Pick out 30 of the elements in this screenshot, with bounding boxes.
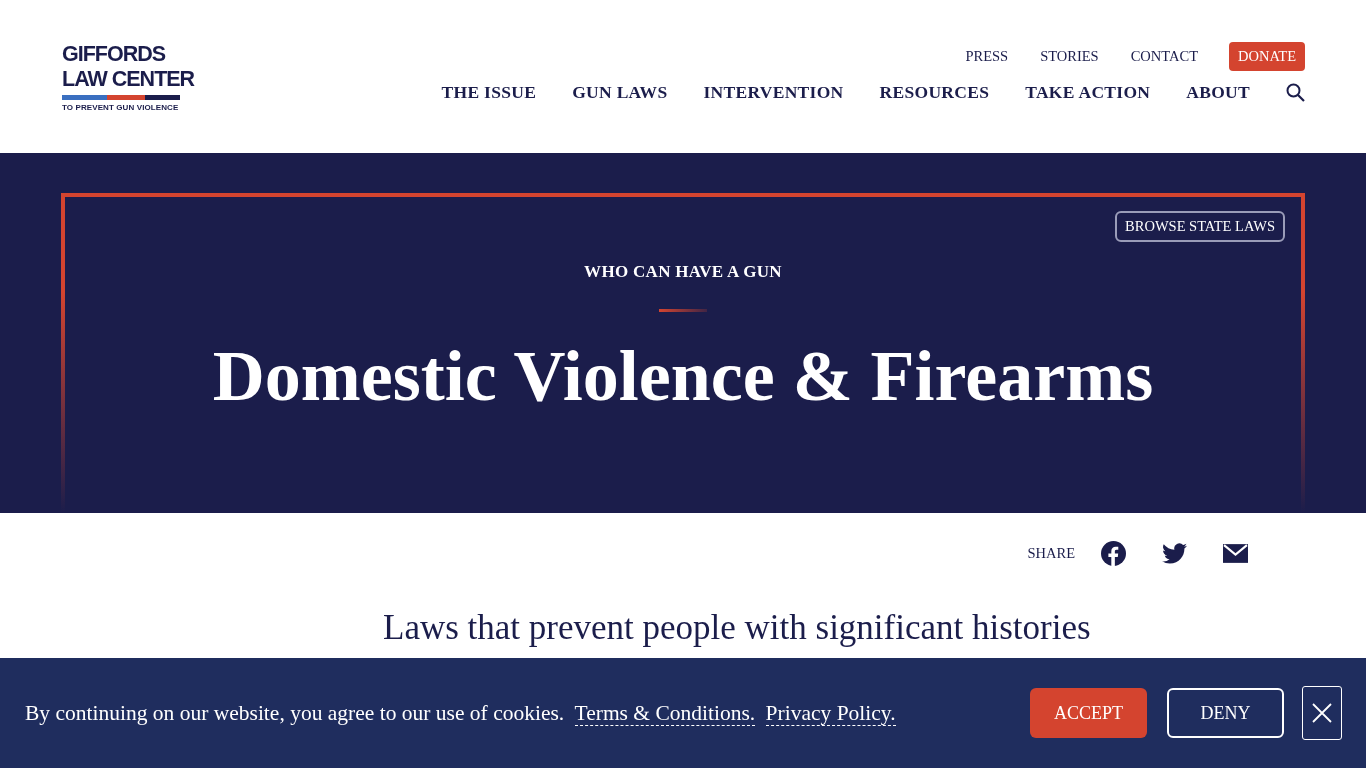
logo-wordmark[interactable]: LAW CENTER xyxy=(62,67,195,92)
facebook-share-link[interactable] xyxy=(1101,540,1126,566)
nav-link[interactable]: GUN LAWS xyxy=(572,82,668,103)
close-button[interactable] xyxy=(1302,686,1342,740)
utility-link[interactable]: CONTACT xyxy=(1130,48,1198,65)
policy-link[interactable]: Privacy Policy. xyxy=(765,700,896,726)
share-label: SHARE xyxy=(1027,544,1075,562)
facebook-icon xyxy=(1101,540,1126,566)
deny-button[interactable]: DENY xyxy=(1167,688,1284,738)
intro-paragraph: Laws that prevent people with significant histories xyxy=(383,608,1092,648)
close-icon xyxy=(1312,703,1332,723)
policy-link[interactable]: Terms & Conditions. xyxy=(574,700,756,726)
nav-link[interactable]: ABOUT xyxy=(1186,82,1250,103)
logo-tagline: TO PREVENT GUN VIOLENCE xyxy=(62,103,179,112)
nav-link[interactable]: RESOURCES xyxy=(879,82,990,103)
utility-link[interactable]: STORIES xyxy=(1040,48,1099,65)
twitter-share-link[interactable] xyxy=(1162,540,1187,566)
logo-wordmark[interactable]: GIFFORDS xyxy=(62,42,166,67)
category-label: WHO CAN HAVE A GUN xyxy=(584,262,782,282)
search-icon[interactable] xyxy=(1286,83,1305,102)
browse-state-laws-button[interactable]: BROWSE STATE LAWS xyxy=(1115,211,1285,242)
utility-link[interactable]: PRESS xyxy=(965,48,1009,65)
cookie-notice: By continuing on our website, you agree to our use of cookies. Terms & Conditions. Privacy Policy. xyxy=(25,700,897,726)
nav-link[interactable]: INTERVENTION xyxy=(703,82,844,103)
bird-icon xyxy=(1162,540,1187,566)
nav-link[interactable]: THE ISSUE xyxy=(441,82,537,103)
nav-link[interactable]: TAKE ACTION xyxy=(1025,82,1151,103)
accept-button[interactable]: ACCEPT xyxy=(1030,688,1147,738)
donate-button[interactable]: DONATE xyxy=(1229,42,1305,71)
page-title: Domestic Violence & Firearms xyxy=(212,336,1154,416)
